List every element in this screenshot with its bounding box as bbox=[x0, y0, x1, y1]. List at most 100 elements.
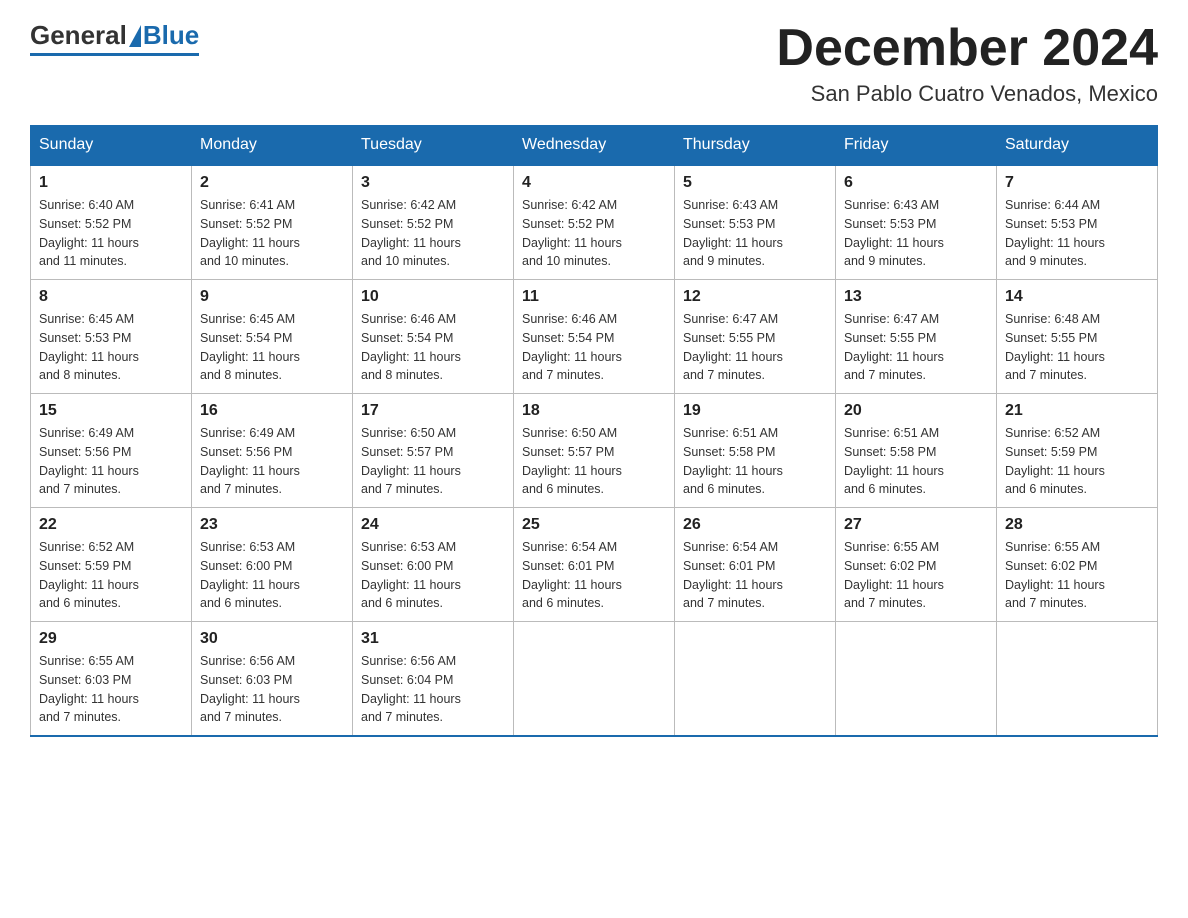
day-info: Sunrise: 6:53 AMSunset: 6:00 PMDaylight:… bbox=[361, 540, 461, 610]
calendar-day-cell: 6 Sunrise: 6:43 AMSunset: 5:53 PMDayligh… bbox=[836, 165, 997, 280]
calendar-day-cell: 19 Sunrise: 6:51 AMSunset: 5:58 PMDaylig… bbox=[675, 394, 836, 508]
day-number: 7 bbox=[1005, 174, 1149, 192]
day-number: 5 bbox=[683, 174, 827, 192]
logo-underline bbox=[30, 53, 199, 56]
day-number: 16 bbox=[200, 402, 344, 420]
day-info: Sunrise: 6:41 AMSunset: 5:52 PMDaylight:… bbox=[200, 198, 300, 268]
calendar-week-row: 22 Sunrise: 6:52 AMSunset: 5:59 PMDaylig… bbox=[31, 508, 1158, 622]
day-info: Sunrise: 6:54 AMSunset: 6:01 PMDaylight:… bbox=[522, 540, 622, 610]
day-info: Sunrise: 6:40 AMSunset: 5:52 PMDaylight:… bbox=[39, 198, 139, 268]
calendar-day-cell bbox=[675, 622, 836, 737]
day-number: 26 bbox=[683, 516, 827, 534]
logo-blue-text: Blue bbox=[143, 20, 199, 51]
day-number: 3 bbox=[361, 174, 505, 192]
calendar-day-cell: 14 Sunrise: 6:48 AMSunset: 5:55 PMDaylig… bbox=[997, 280, 1158, 394]
logo-triangle-icon bbox=[129, 25, 141, 47]
calendar-day-cell: 20 Sunrise: 6:51 AMSunset: 5:58 PMDaylig… bbox=[836, 394, 997, 508]
day-number: 8 bbox=[39, 288, 183, 306]
day-info: Sunrise: 6:48 AMSunset: 5:55 PMDaylight:… bbox=[1005, 312, 1105, 382]
day-info: Sunrise: 6:46 AMSunset: 5:54 PMDaylight:… bbox=[522, 312, 622, 382]
calendar-day-cell: 13 Sunrise: 6:47 AMSunset: 5:55 PMDaylig… bbox=[836, 280, 997, 394]
calendar-day-cell: 4 Sunrise: 6:42 AMSunset: 5:52 PMDayligh… bbox=[514, 165, 675, 280]
calendar-week-row: 1 Sunrise: 6:40 AMSunset: 5:52 PMDayligh… bbox=[31, 165, 1158, 280]
day-info: Sunrise: 6:43 AMSunset: 5:53 PMDaylight:… bbox=[844, 198, 944, 268]
col-sunday: Sunday bbox=[31, 126, 192, 166]
calendar-day-cell: 23 Sunrise: 6:53 AMSunset: 6:00 PMDaylig… bbox=[192, 508, 353, 622]
calendar-week-row: 8 Sunrise: 6:45 AMSunset: 5:53 PMDayligh… bbox=[31, 280, 1158, 394]
calendar-day-cell: 12 Sunrise: 6:47 AMSunset: 5:55 PMDaylig… bbox=[675, 280, 836, 394]
day-info: Sunrise: 6:49 AMSunset: 5:56 PMDaylight:… bbox=[39, 426, 139, 496]
day-info: Sunrise: 6:51 AMSunset: 5:58 PMDaylight:… bbox=[844, 426, 944, 496]
page-header: General Blue December 2024 San Pablo Cua… bbox=[30, 20, 1158, 107]
day-number: 29 bbox=[39, 630, 183, 648]
col-monday: Monday bbox=[192, 126, 353, 166]
calendar-day-cell: 24 Sunrise: 6:53 AMSunset: 6:00 PMDaylig… bbox=[353, 508, 514, 622]
day-number: 9 bbox=[200, 288, 344, 306]
calendar-day-cell: 25 Sunrise: 6:54 AMSunset: 6:01 PMDaylig… bbox=[514, 508, 675, 622]
calendar-day-cell: 22 Sunrise: 6:52 AMSunset: 5:59 PMDaylig… bbox=[31, 508, 192, 622]
day-info: Sunrise: 6:43 AMSunset: 5:53 PMDaylight:… bbox=[683, 198, 783, 268]
day-info: Sunrise: 6:50 AMSunset: 5:57 PMDaylight:… bbox=[361, 426, 461, 496]
day-number: 13 bbox=[844, 288, 988, 306]
day-number: 2 bbox=[200, 174, 344, 192]
logo: General Blue bbox=[30, 20, 199, 56]
calendar-day-cell: 15 Sunrise: 6:49 AMSunset: 5:56 PMDaylig… bbox=[31, 394, 192, 508]
day-number: 17 bbox=[361, 402, 505, 420]
day-number: 15 bbox=[39, 402, 183, 420]
calendar-day-cell: 27 Sunrise: 6:55 AMSunset: 6:02 PMDaylig… bbox=[836, 508, 997, 622]
calendar-day-cell: 7 Sunrise: 6:44 AMSunset: 5:53 PMDayligh… bbox=[997, 165, 1158, 280]
day-info: Sunrise: 6:46 AMSunset: 5:54 PMDaylight:… bbox=[361, 312, 461, 382]
calendar-day-cell: 26 Sunrise: 6:54 AMSunset: 6:01 PMDaylig… bbox=[675, 508, 836, 622]
calendar-day-cell: 5 Sunrise: 6:43 AMSunset: 5:53 PMDayligh… bbox=[675, 165, 836, 280]
day-number: 1 bbox=[39, 174, 183, 192]
day-number: 25 bbox=[522, 516, 666, 534]
day-number: 6 bbox=[844, 174, 988, 192]
calendar-day-cell: 28 Sunrise: 6:55 AMSunset: 6:02 PMDaylig… bbox=[997, 508, 1158, 622]
day-number: 12 bbox=[683, 288, 827, 306]
day-info: Sunrise: 6:50 AMSunset: 5:57 PMDaylight:… bbox=[522, 426, 622, 496]
day-number: 20 bbox=[844, 402, 988, 420]
calendar-day-cell: 16 Sunrise: 6:49 AMSunset: 5:56 PMDaylig… bbox=[192, 394, 353, 508]
day-info: Sunrise: 6:56 AMSunset: 6:04 PMDaylight:… bbox=[361, 654, 461, 724]
day-number: 28 bbox=[1005, 516, 1149, 534]
calendar-week-row: 29 Sunrise: 6:55 AMSunset: 6:03 PMDaylig… bbox=[31, 622, 1158, 737]
calendar-day-cell: 1 Sunrise: 6:40 AMSunset: 5:52 PMDayligh… bbox=[31, 165, 192, 280]
day-info: Sunrise: 6:44 AMSunset: 5:53 PMDaylight:… bbox=[1005, 198, 1105, 268]
day-info: Sunrise: 6:47 AMSunset: 5:55 PMDaylight:… bbox=[683, 312, 783, 382]
day-number: 14 bbox=[1005, 288, 1149, 306]
calendar-day-cell bbox=[514, 622, 675, 737]
day-info: Sunrise: 6:56 AMSunset: 6:03 PMDaylight:… bbox=[200, 654, 300, 724]
calendar-day-cell: 8 Sunrise: 6:45 AMSunset: 5:53 PMDayligh… bbox=[31, 280, 192, 394]
day-number: 22 bbox=[39, 516, 183, 534]
calendar-day-cell: 17 Sunrise: 6:50 AMSunset: 5:57 PMDaylig… bbox=[353, 394, 514, 508]
day-info: Sunrise: 6:49 AMSunset: 5:56 PMDaylight:… bbox=[200, 426, 300, 496]
day-number: 31 bbox=[361, 630, 505, 648]
day-info: Sunrise: 6:53 AMSunset: 6:00 PMDaylight:… bbox=[200, 540, 300, 610]
day-info: Sunrise: 6:55 AMSunset: 6:03 PMDaylight:… bbox=[39, 654, 139, 724]
calendar-day-cell: 3 Sunrise: 6:42 AMSunset: 5:52 PMDayligh… bbox=[353, 165, 514, 280]
day-number: 19 bbox=[683, 402, 827, 420]
day-info: Sunrise: 6:55 AMSunset: 6:02 PMDaylight:… bbox=[1005, 540, 1105, 610]
calendar-header-row: Sunday Monday Tuesday Wednesday Thursday… bbox=[31, 126, 1158, 166]
day-number: 21 bbox=[1005, 402, 1149, 420]
calendar-day-cell: 29 Sunrise: 6:55 AMSunset: 6:03 PMDaylig… bbox=[31, 622, 192, 737]
calendar-day-cell: 2 Sunrise: 6:41 AMSunset: 5:52 PMDayligh… bbox=[192, 165, 353, 280]
calendar-day-cell: 18 Sunrise: 6:50 AMSunset: 5:57 PMDaylig… bbox=[514, 394, 675, 508]
day-info: Sunrise: 6:52 AMSunset: 5:59 PMDaylight:… bbox=[39, 540, 139, 610]
day-info: Sunrise: 6:45 AMSunset: 5:54 PMDaylight:… bbox=[200, 312, 300, 382]
col-friday: Friday bbox=[836, 126, 997, 166]
calendar-day-cell: 11 Sunrise: 6:46 AMSunset: 5:54 PMDaylig… bbox=[514, 280, 675, 394]
day-number: 4 bbox=[522, 174, 666, 192]
col-wednesday: Wednesday bbox=[514, 126, 675, 166]
logo-blue-box: Blue bbox=[127, 20, 199, 51]
day-info: Sunrise: 6:42 AMSunset: 5:52 PMDaylight:… bbox=[522, 198, 622, 268]
day-info: Sunrise: 6:51 AMSunset: 5:58 PMDaylight:… bbox=[683, 426, 783, 496]
calendar-day-cell: 9 Sunrise: 6:45 AMSunset: 5:54 PMDayligh… bbox=[192, 280, 353, 394]
calendar-day-cell: 10 Sunrise: 6:46 AMSunset: 5:54 PMDaylig… bbox=[353, 280, 514, 394]
day-number: 11 bbox=[522, 288, 666, 306]
day-number: 10 bbox=[361, 288, 505, 306]
col-tuesday: Tuesday bbox=[353, 126, 514, 166]
calendar-table: Sunday Monday Tuesday Wednesday Thursday… bbox=[30, 125, 1158, 737]
day-number: 30 bbox=[200, 630, 344, 648]
day-info: Sunrise: 6:55 AMSunset: 6:02 PMDaylight:… bbox=[844, 540, 944, 610]
